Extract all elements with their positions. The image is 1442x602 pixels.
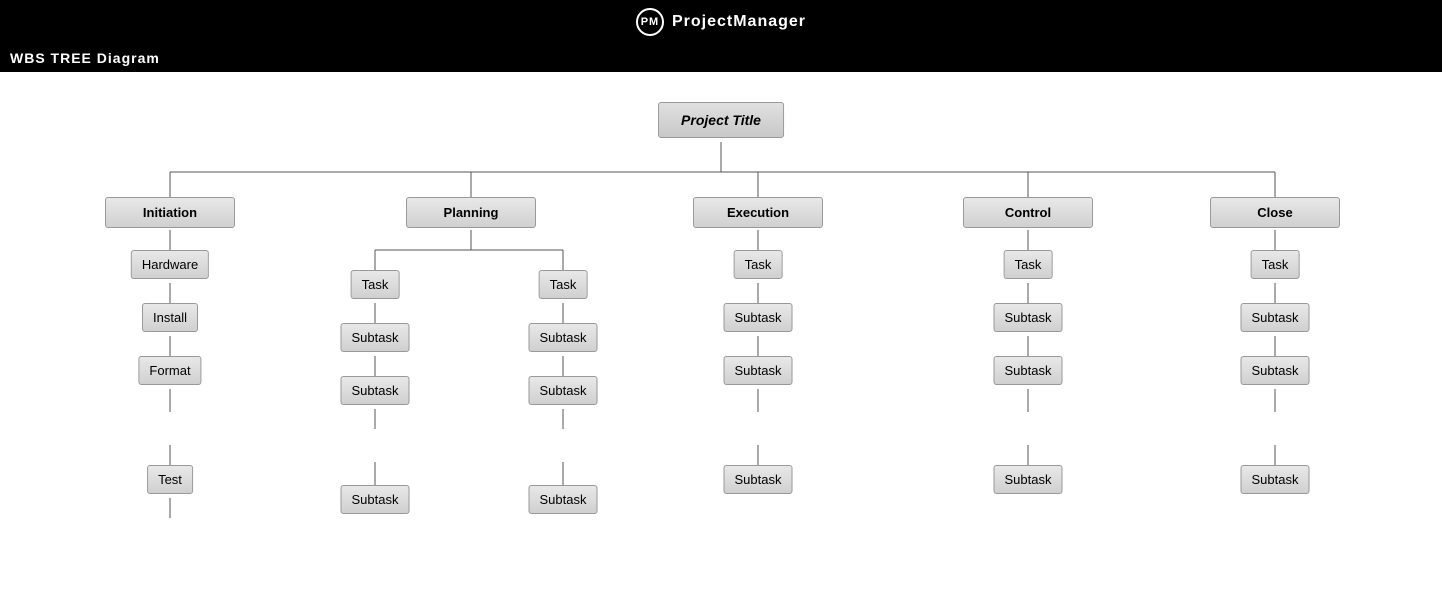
pm-logo-icon: PM: [636, 8, 664, 36]
root-node: Project Title: [658, 102, 784, 138]
execution-subtask1: Subtask: [724, 303, 793, 332]
execution-subtask3: Subtask: [724, 465, 793, 494]
close-subtask3: Subtask: [1241, 465, 1310, 494]
control-subtask1: Subtask: [994, 303, 1063, 332]
control-subtask3: Subtask: [994, 465, 1063, 494]
planning-col2-task: Task: [539, 270, 588, 299]
initiation-test: Test: [147, 465, 193, 494]
initiation-hardware: Hardware: [131, 250, 209, 279]
control-subtask2: Subtask: [994, 356, 1063, 385]
planning-col1-subtask1: Subtask: [341, 323, 410, 352]
l1-planning: Planning: [406, 197, 536, 228]
close-subtask2: Subtask: [1241, 356, 1310, 385]
execution-subtask2: Subtask: [724, 356, 793, 385]
app-name: ProjectManager: [672, 13, 806, 31]
connector-lines: [10, 92, 1430, 582]
wbs-tree: Project Title Initiation Planning Execut…: [10, 92, 1430, 582]
l1-close: Close: [1210, 197, 1340, 228]
planning-col2-subtask2: Subtask: [529, 376, 598, 405]
l1-initiation: Initiation: [105, 197, 235, 228]
page-title: WBS TREE Diagram: [0, 44, 1442, 72]
initiation-format: Format: [138, 356, 201, 385]
l1-control: Control: [963, 197, 1093, 228]
initiation-install: Install: [142, 303, 198, 332]
planning-col2-subtask3: Subtask: [529, 485, 598, 514]
planning-col1-task: Task: [351, 270, 400, 299]
planning-col1-subtask2: Subtask: [341, 376, 410, 405]
app-header: PM ProjectManager: [0, 0, 1442, 44]
diagram-area: Project Title Initiation Planning Execut…: [0, 72, 1442, 602]
close-task: Task: [1251, 250, 1300, 279]
execution-task: Task: [734, 250, 783, 279]
close-subtask1: Subtask: [1241, 303, 1310, 332]
control-task: Task: [1004, 250, 1053, 279]
planning-col1-subtask3: Subtask: [341, 485, 410, 514]
l1-execution: Execution: [693, 197, 823, 228]
planning-col2-subtask1: Subtask: [529, 323, 598, 352]
